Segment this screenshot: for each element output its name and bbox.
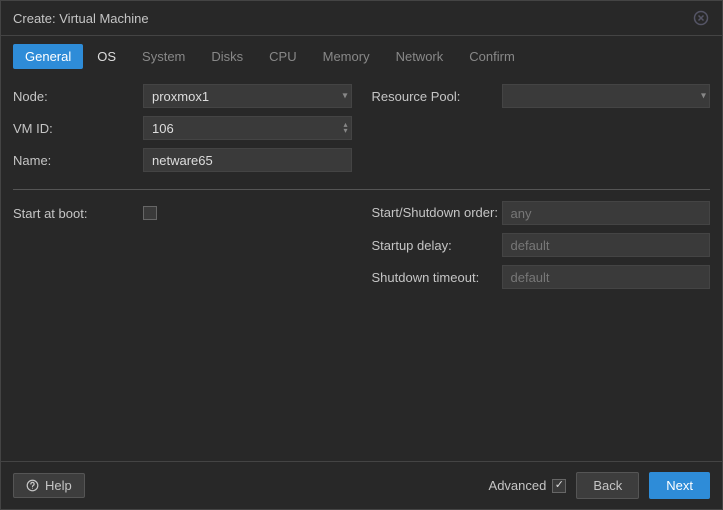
close-button[interactable] [692, 9, 710, 27]
tab-cpu: CPU [257, 44, 308, 69]
tab-network: Network [384, 44, 456, 69]
tab-general[interactable]: General [13, 44, 83, 69]
window-title: Create: Virtual Machine [13, 11, 149, 26]
form-col-left-2: Start at boot: [13, 200, 352, 296]
start-at-boot-checkbox[interactable] [143, 206, 157, 220]
form-section-advanced: Start at boot: Start/Shutdown order: Sta… [13, 200, 710, 296]
tab-system: System [130, 44, 197, 69]
next-button[interactable]: Next [649, 472, 710, 499]
startup-delay-label: Startup delay: [372, 238, 502, 253]
advanced-label: Advanced [489, 478, 547, 493]
footer: Help Advanced Back Next [1, 461, 722, 509]
help-label: Help [45, 478, 72, 493]
advanced-checkbox[interactable] [552, 479, 566, 493]
resource-pool-field[interactable] [502, 84, 711, 108]
footer-right: Advanced Back Next [489, 472, 710, 499]
name-field[interactable] [143, 148, 352, 172]
tab-os[interactable]: OS [85, 44, 128, 69]
vmid-label: VM ID: [13, 121, 143, 136]
help-icon [26, 479, 39, 492]
tab-confirm: Confirm [457, 44, 527, 69]
titlebar: Create: Virtual Machine [1, 1, 722, 36]
form-col-right-2: Start/Shutdown order: Startup delay: Shu… [372, 200, 711, 296]
vmid-field[interactable] [143, 116, 352, 140]
advanced-toggle[interactable]: Advanced [489, 478, 567, 493]
resource-pool-label: Resource Pool: [372, 89, 502, 104]
help-button[interactable]: Help [13, 473, 85, 498]
form-section-main: Node: ▾ VM ID: ▴▾ Name: [13, 83, 710, 179]
tab-memory: Memory [311, 44, 382, 69]
form-content: Node: ▾ VM ID: ▴▾ Name: [1, 75, 722, 461]
startup-delay-field[interactable] [502, 233, 711, 257]
close-icon [693, 10, 709, 26]
shutdown-timeout-field[interactable] [502, 265, 711, 289]
divider [13, 189, 710, 190]
shutdown-timeout-label: Shutdown timeout: [372, 270, 502, 285]
node-field[interactable] [143, 84, 352, 108]
wizard-tabs: General OS System Disks CPU Memory Netwo… [1, 36, 722, 75]
form-col-right: Resource Pool: ▾ [372, 83, 711, 179]
form-col-left: Node: ▾ VM ID: ▴▾ Name: [13, 83, 352, 179]
name-label: Name: [13, 153, 143, 168]
back-button[interactable]: Back [576, 472, 639, 499]
create-vm-dialog: Create: Virtual Machine General OS Syste… [0, 0, 723, 510]
node-label: Node: [13, 89, 143, 104]
tab-disks: Disks [199, 44, 255, 69]
start-at-boot-label: Start at boot: [13, 206, 143, 221]
start-order-label: Start/Shutdown order: [372, 205, 502, 222]
start-order-field[interactable] [502, 201, 711, 225]
